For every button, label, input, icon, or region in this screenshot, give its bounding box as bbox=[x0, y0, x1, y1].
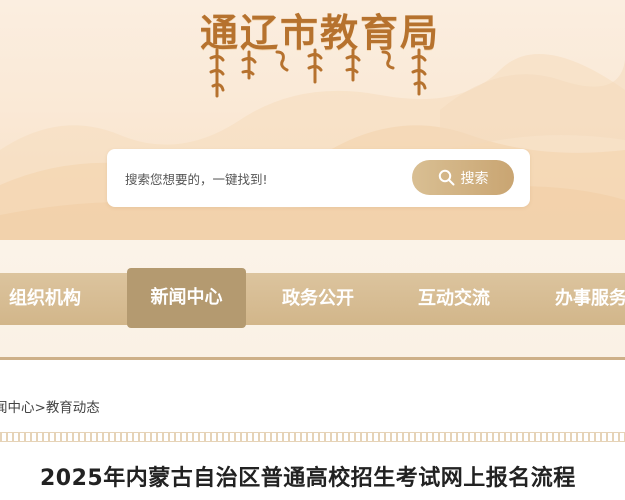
nav-item-government-affairs[interactable]: 政务公开 bbox=[282, 273, 354, 325]
content-area: 闻中心>教育动态 2025年内蒙古自治区普通高校招生考试网上报名流程 bbox=[0, 360, 625, 500]
nav-bar: 组织机构 新闻中心 政务公开 互动交流 办事服务 bbox=[0, 268, 625, 328]
main-navigation: 组织机构 新闻中心 政务公开 互动交流 办事服务 bbox=[0, 240, 625, 360]
nav-item-services[interactable]: 办事服务 bbox=[555, 273, 625, 325]
nav-item-interaction[interactable]: 互动交流 bbox=[418, 273, 490, 325]
search-icon bbox=[438, 169, 454, 186]
article-title: 2025年内蒙古自治区普通高校招生考试网上报名流程 bbox=[40, 466, 576, 491]
decorative-divider bbox=[0, 432, 625, 442]
search-button[interactable]: 搜索 bbox=[412, 160, 514, 195]
breadcrumb: 闻中心>教育动态 bbox=[0, 396, 100, 416]
breadcrumb-separator: > bbox=[34, 400, 46, 416]
nav-item-organization[interactable]: 组织机构 bbox=[9, 273, 81, 325]
search-input[interactable] bbox=[123, 167, 407, 191]
breadcrumb-education-news[interactable]: 教育动态 bbox=[46, 400, 100, 416]
search-button-label: 搜索 bbox=[460, 170, 489, 187]
mongolian-script-title bbox=[209, 48, 427, 98]
breadcrumb-news-center[interactable]: 闻中心 bbox=[0, 400, 35, 416]
search-box: 搜索 bbox=[107, 149, 530, 207]
site-header: 通辽市教育局 搜索 bbox=[0, 0, 625, 240]
nav-item-news-center[interactable]: 新闻中心 bbox=[127, 268, 246, 328]
